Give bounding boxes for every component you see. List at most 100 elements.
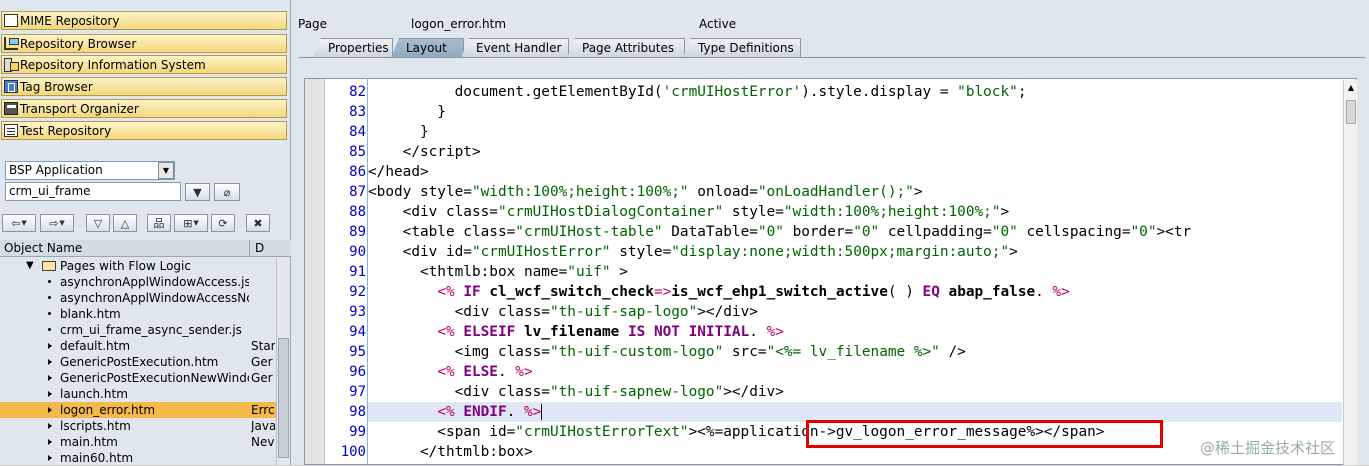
column-description[interactable]: D <box>255 241 264 255</box>
tag-browser-button[interactable]: Tag Browser <box>1 77 287 96</box>
tree-item-name: main60.htm <box>60 451 134 465</box>
tab-page-attributes[interactable]: Page Attributes <box>567 38 685 58</box>
truck-icon <box>4 102 18 115</box>
code-line[interactable]: <% IF cl_wcf_switch_check=>is_wcf_ehp1_s… <box>368 282 1342 302</box>
tree-item[interactable]: blank.htm <box>0 306 276 322</box>
tab-properties[interactable]: Properties <box>313 38 393 58</box>
tree-item[interactable]: default.htm Star <box>0 338 276 354</box>
code-line[interactable]: </head> <box>368 162 1342 182</box>
code-line[interactable]: <div id="crmUIHostError" style="display:… <box>368 242 1342 262</box>
refresh-button[interactable]: ⟳ <box>211 214 235 232</box>
code-line[interactable]: <div class="th-uif-sap-logo"></div> <box>368 302 1342 322</box>
repository-info-system-button[interactable]: Repository Information System <box>1 55 287 74</box>
line-number: 96 <box>349 364 366 380</box>
line-number: 88 <box>349 204 366 220</box>
tree-item-desc: Java <box>251 419 275 433</box>
column-object-name[interactable]: Object Name <box>4 241 82 255</box>
tree-item[interactable]: logon_error.htm Errc <box>0 402 276 418</box>
chevron-down-icon[interactable]: ▼ <box>158 162 174 179</box>
code-line[interactable]: document.getElementById('crmUIHostError'… <box>368 82 1342 102</box>
code-line[interactable]: <% ELSEIF lv_filename IS NOT INITIAL. %> <box>368 322 1342 342</box>
object-name-input[interactable]: crm_ui_frame <box>5 182 181 201</box>
code-editor[interactable]: 82 83 84 85 86 87 88 89 90 91 92 93 94 95 96 97 98 99 100 … <box>304 78 1357 465</box>
line-number-gutter: 82 83 84 85 86 87 88 89 90 91 92 93 94 95 96 97 98 99 100 <box>305 79 368 464</box>
name-dropdown-button[interactable]: ▼ <box>185 183 210 201</box>
close-icon: ✖ <box>253 216 263 230</box>
tag-icon <box>4 80 18 93</box>
glasses-icon: ⌀ <box>223 185 231 199</box>
code-line[interactable]: <div class="th-uif-sapnew-logo"></div> <box>368 382 1342 402</box>
page-name: logon_error.htm <box>411 17 507 31</box>
settings-menu-button[interactable]: ⊞ ▼ <box>174 214 208 232</box>
code-line[interactable]: <img class="th-uif-custom-logo" src="<%=… <box>368 342 1342 362</box>
line-number: 97 <box>349 384 366 400</box>
back-button[interactable]: ⇦ ▼ <box>2 214 36 232</box>
tree-item-desc: Errc <box>251 403 275 417</box>
mime-icon <box>4 14 18 27</box>
test-icon <box>4 124 18 137</box>
bullet-icon <box>48 296 51 299</box>
collapse-up-button[interactable]: △ <box>113 214 137 232</box>
editor-scrollbar[interactable]: ▲ <box>1343 80 1357 465</box>
tree-item[interactable]: launch.htm <box>0 386 276 402</box>
bullet-icon <box>48 312 51 315</box>
tree-item[interactable]: asynchronApplWindowAccessNoSw <box>0 290 276 306</box>
tree-item-name: blank.htm <box>60 307 121 321</box>
forward-button[interactable]: ⇨ ▼ <box>40 214 74 232</box>
bullet-icon <box>48 280 51 283</box>
text-caret <box>541 404 543 420</box>
scroll-up-icon[interactable]: ▲ <box>1345 82 1357 94</box>
tab-layout[interactable]: Layout <box>391 38 464 58</box>
code-line[interactable]: </script> <box>368 142 1342 162</box>
code-line[interactable]: } <box>368 122 1342 142</box>
test-repository-button[interactable]: Test Repository <box>1 121 287 140</box>
line-number: 92 <box>349 284 366 300</box>
line-number: 100 <box>340 444 366 460</box>
line-number: 98 <box>349 404 366 420</box>
expanded-triangle-icon: ▼ <box>26 260 34 271</box>
tree-item[interactable]: main60.htm <box>0 450 276 466</box>
code-line[interactable]: <table class="crmUIHost-table" DataTable… <box>368 222 1342 242</box>
code-line[interactable]: <div class="crmUIHostDialogContainer" st… <box>368 202 1342 222</box>
expand-triangle-icon <box>48 391 52 397</box>
tree-scrollbar[interactable] <box>276 258 289 465</box>
object-type-select[interactable]: BSP Application <box>5 161 175 180</box>
display-glasses-button[interactable]: ⌀ <box>214 183 240 201</box>
tree-item-desc: Ger <box>251 355 273 369</box>
code-line[interactable]: } <box>368 102 1342 122</box>
transport-organizer-button[interactable]: Transport Organizer <box>1 99 287 118</box>
line-number: 93 <box>349 304 366 320</box>
tree-item-name: asynchronApplWindowAccessNoSw <box>60 291 249 305</box>
line-number: 84 <box>349 124 366 140</box>
code-line[interactable]: <% ELSE. %> <box>368 362 1342 382</box>
bullet-icon <box>48 328 51 331</box>
tree-item[interactable]: lscripts.htm Java <box>0 418 276 434</box>
tree-folder[interactable]: ▼ Pages with Flow Logic <box>0 258 276 274</box>
tab-type-definitions[interactable]: Type Definitions <box>683 38 801 58</box>
close-tree-button[interactable]: ✖ <box>246 214 270 232</box>
tree-item[interactable]: crm_ui_frame_async_sender.js <box>0 322 276 338</box>
right-panel: Page logon_error.htm Active Properties L… <box>291 0 1369 465</box>
mime-repository-button[interactable]: MIME Repository <box>1 11 287 30</box>
code-line[interactable]: <thtmlb:box name="uif" > <box>368 262 1342 282</box>
code-line[interactable]: <body style="width:100%;height:100%;" on… <box>368 182 1342 202</box>
info-system-icon <box>4 58 19 72</box>
tree-item[interactable]: asynchronApplWindowAccess.js <box>0 274 276 290</box>
hierarchy-button[interactable]: 品 <box>147 214 171 232</box>
code-line-current[interactable]: <% ENDIF. %> <box>368 402 1342 422</box>
tree-item[interactable]: GenericPostExecution.htm Ger <box>0 354 276 370</box>
expand-triangle-icon <box>48 375 52 381</box>
triangle-down-icon: ▽ <box>93 216 103 230</box>
tree-item-desc: Ger <box>251 371 273 385</box>
tree-item-name: lscripts.htm <box>60 419 131 433</box>
triangle-up-icon: △ <box>120 216 130 230</box>
tree-item-name: default.htm <box>60 339 131 353</box>
tree-item[interactable]: GenericPostExecutionNewWindow Ger <box>0 370 276 386</box>
expand-down-button[interactable]: ▽ <box>86 214 110 232</box>
grid-icon: ⊞ <box>183 216 193 230</box>
tree-item[interactable]: main.htm Nev <box>0 434 276 450</box>
tree-item-name: crm_ui_frame_async_sender.js <box>60 323 242 337</box>
repository-browser-button[interactable]: Repository Browser <box>1 34 287 53</box>
tab-event-handler[interactable]: Event Handler <box>461 38 569 58</box>
tree-item-name: main.htm <box>60 435 118 449</box>
